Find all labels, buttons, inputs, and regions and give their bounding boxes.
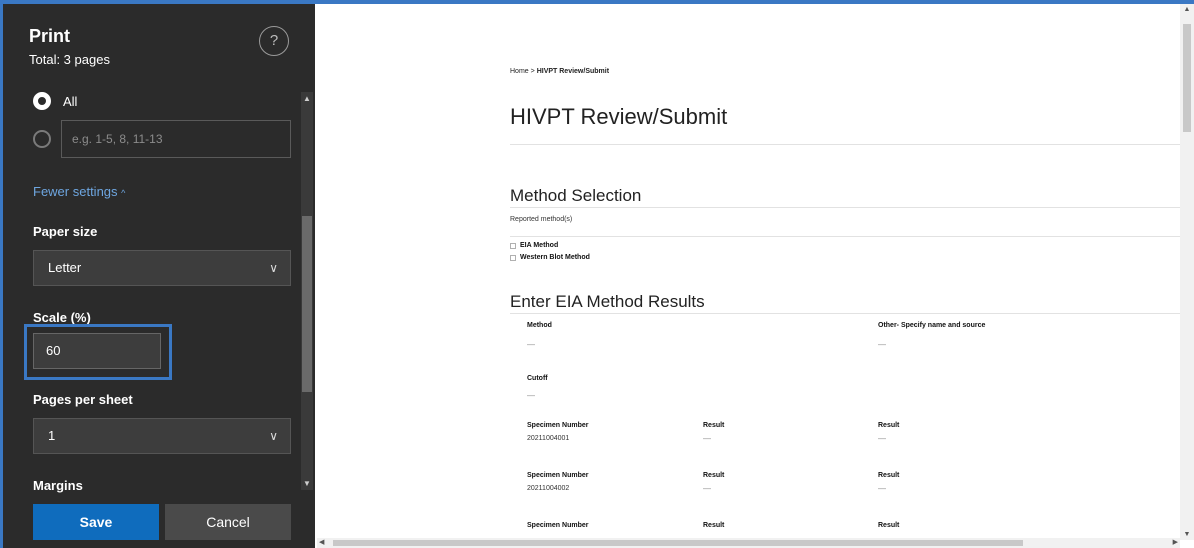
- breadcrumb-separator: >: [530, 68, 535, 75]
- method-field-value: —: [527, 340, 535, 349]
- reported-methods-label: Reported method(s): [510, 216, 573, 223]
- result-label: Result: [703, 422, 725, 429]
- paper-size-select[interactable]: Letter ∨: [33, 250, 291, 286]
- method-field-label: Method: [527, 322, 552, 329]
- page-title: HIVPT Review/Submit: [510, 104, 728, 129]
- divider: [510, 313, 1180, 314]
- print-preview: Home > HIVPT Review/Submit HIVPT Review/…: [317, 4, 1194, 548]
- preview-vertical-scrollbar[interactable]: ▲ ▼: [1180, 4, 1194, 540]
- paper-size-label: Paper size: [33, 224, 98, 239]
- method-selection-heading: Method Selection: [510, 186, 642, 205]
- radio-all-label: All: [63, 93, 78, 109]
- result-value: —: [878, 484, 886, 493]
- pages-custom-option[interactable]: [33, 124, 51, 154]
- chevron-down-icon: ∨: [269, 261, 278, 275]
- scrollbar-thumb[interactable]: [333, 540, 1023, 546]
- cutoff-label: Cutoff: [527, 375, 548, 382]
- breadcrumb: Home > HIVPT Review/Submit: [510, 68, 609, 75]
- divider: [510, 144, 1180, 145]
- preview-page: Home > HIVPT Review/Submit HIVPT Review/…: [510, 4, 1180, 540]
- checkbox-icon: [510, 254, 516, 261]
- eia-results-heading: Enter EIA Method Results: [510, 292, 705, 311]
- chevron-up-icon: ^: [121, 188, 126, 198]
- other-field-value: —: [878, 340, 886, 349]
- page-range-input[interactable]: e.g. 1-5, 8, 11-13: [61, 120, 291, 158]
- help-icon[interactable]: ?: [259, 26, 289, 56]
- other-field-label: Other- Specify name and source: [878, 322, 986, 329]
- margins-label: Margins: [33, 478, 83, 493]
- pages-per-sheet-label: Pages per sheet: [33, 392, 133, 407]
- cutoff-value: —: [527, 391, 535, 400]
- result-label: Result: [703, 472, 725, 479]
- radio-custom[interactable]: [33, 130, 51, 148]
- result-label: Result: [703, 522, 725, 529]
- preview-horizontal-scrollbar[interactable]: ◀ ▶: [317, 538, 1180, 548]
- print-title: Print: [29, 26, 71, 46]
- result-label: Result: [878, 522, 900, 529]
- scrollbar-thumb[interactable]: [1183, 24, 1191, 132]
- pages-per-sheet-select[interactable]: 1 ∨: [33, 418, 291, 454]
- scroll-left-icon[interactable]: ◀: [319, 538, 324, 546]
- specimen-number-label: Specimen Number: [527, 422, 589, 429]
- specimen-number-label: Specimen Number: [527, 472, 589, 479]
- method-label: EIA Method: [520, 242, 559, 249]
- scrollbar-thumb[interactable]: [302, 216, 312, 392]
- result-value: —: [703, 484, 711, 493]
- scroll-down-icon[interactable]: ▼: [1180, 531, 1194, 538]
- scale-input[interactable]: 60: [33, 333, 161, 369]
- checkbox-icon: [510, 242, 516, 249]
- chevron-down-icon: ∨: [269, 429, 278, 443]
- scale-label: Scale (%): [33, 310, 91, 325]
- total-pages: Total: 3 pages: [29, 52, 110, 67]
- scroll-up-icon[interactable]: ▲: [1180, 6, 1194, 13]
- scroll-up-icon[interactable]: ▲: [301, 94, 313, 103]
- breadcrumb-current: HIVPT Review/Submit: [536, 68, 610, 75]
- fewer-settings-link[interactable]: Fewer settings ^: [33, 184, 125, 199]
- breadcrumb-home: Home: [510, 68, 529, 75]
- fewer-settings-label: Fewer settings: [33, 184, 118, 199]
- scroll-right-icon[interactable]: ▶: [1173, 538, 1178, 546]
- panel-header: Print Total: 3 pages ?: [3, 4, 315, 88]
- result-label: Result: [878, 422, 900, 429]
- method-checkbox-eia: EIA Method: [510, 242, 558, 249]
- paper-size-value: Letter: [48, 260, 82, 275]
- result-value: —: [703, 434, 711, 443]
- divider: [510, 207, 1180, 208]
- pages-all-option[interactable]: All: [33, 88, 77, 116]
- save-button[interactable]: Save: [33, 504, 159, 540]
- result-value: —: [878, 434, 886, 443]
- specimen-number-label: Specimen Number: [527, 522, 589, 529]
- method-label: Western Blot Method: [520, 254, 590, 261]
- specimen-number-value: 20211004002: [527, 485, 570, 492]
- cancel-button[interactable]: Cancel: [165, 504, 291, 540]
- result-label: Result: [878, 472, 900, 479]
- method-checkbox-western-blot: Western Blot Method: [510, 254, 590, 261]
- specimen-number-value: 20211004001: [527, 435, 570, 442]
- pages-per-sheet-value: 1: [48, 428, 56, 443]
- scroll-down-icon[interactable]: ▼: [301, 479, 313, 488]
- divider: [510, 236, 1180, 237]
- settings-scrollbar[interactable]: ▲ ▼: [301, 92, 313, 490]
- print-settings-panel: Print Total: 3 pages ? All e.g. 1-5, 8, …: [3, 4, 315, 548]
- radio-all[interactable]: [33, 92, 51, 110]
